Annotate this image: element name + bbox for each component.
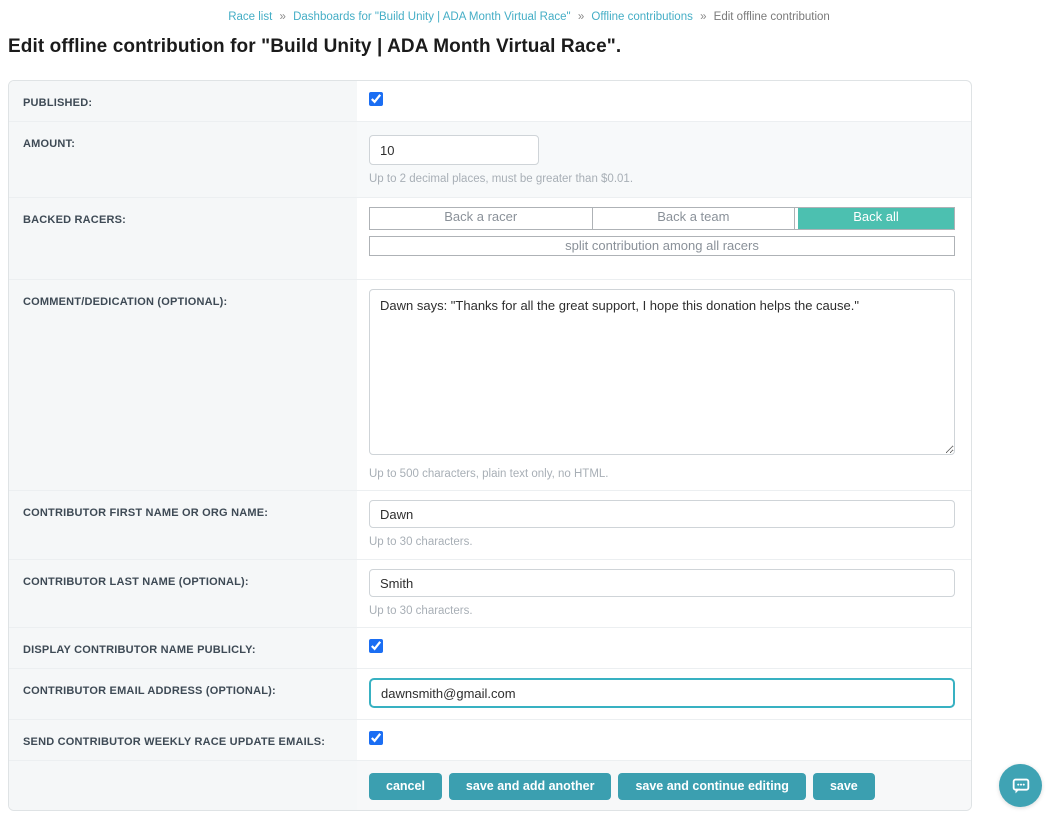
breadcrumb-separator: » [700,11,706,23]
first-name-label: CONTRIBUTOR FIRST NAME OR ORG NAME: [23,507,268,519]
breadcrumb-offline-contributions[interactable]: Offline contributions [591,11,692,23]
row-comment: COMMENT/DEDICATION (OPTIONAL): Dawn says… [9,280,971,491]
tab-back-all-selected[interactable]: Back all [798,208,954,229]
weekly-emails-checkbox[interactable] [369,731,383,745]
published-checkbox[interactable] [369,92,383,106]
chat-fab-button[interactable] [999,764,1042,807]
row-weekly-emails: SEND CONTRIBUTOR WEEKLY RACE UPDATE EMAI… [9,720,971,761]
last-name-label-cell: CONTRIBUTOR LAST NAME (OPTIONAL): [9,560,357,627]
display-publicly-label-cell: DISPLAY CONTRIBUTOR NAME PUBLICLY: [9,628,357,668]
row-email: CONTRIBUTOR EMAIL ADDRESS (OPTIONAL): [9,669,971,720]
row-last-name: CONTRIBUTOR LAST NAME (OPTIONAL): Up to … [9,560,971,628]
comment-label: COMMENT/DEDICATION (OPTIONAL): [23,296,227,308]
published-label: PUBLISHED: [23,97,92,109]
row-actions: cancel save and add another save and con… [9,761,971,810]
actions-content-cell: cancel save and add another save and con… [357,761,971,810]
breadcrumb: Race list » Dashboards for "Build Unity … [0,0,1058,23]
comment-help-text: Up to 500 characters, plain text only, n… [369,468,955,480]
last-name-input[interactable] [369,569,955,597]
amount-help-text: Up to 2 decimal places, must be greater … [369,173,955,185]
breadcrumb-dashboards[interactable]: Dashboards for "Build Unity | ADA Month … [293,11,571,23]
published-label-cell: PUBLISHED: [9,81,357,121]
page-title: Edit offline contribution for "Build Uni… [8,36,1058,58]
last-name-label: CONTRIBUTOR LAST NAME (OPTIONAL): [23,576,249,588]
comment-content-cell: Dawn says: "Thanks for all the great sup… [357,280,971,490]
tab-back-a-racer[interactable]: Back a racer [370,208,593,229]
cancel-button[interactable]: cancel [369,773,442,800]
tab-back-a-team[interactable]: Back a team [593,208,796,229]
backed-racers-content-cell: Back a racer Back a team Back all split … [357,198,971,279]
last-name-content-cell: Up to 30 characters. [357,560,971,627]
amount-input[interactable] [369,135,539,165]
amount-label: AMOUNT: [23,138,75,150]
display-publicly-checkbox[interactable] [369,639,383,653]
first-name-input[interactable] [369,500,955,528]
display-publicly-label: DISPLAY CONTRIBUTOR NAME PUBLICLY: [23,644,256,656]
weekly-emails-content-cell [357,720,971,760]
email-input[interactable] [369,678,955,708]
save-and-add-another-button[interactable]: save and add another [449,773,612,800]
breadcrumb-separator: » [280,11,286,23]
chat-bubble-icon [1010,775,1032,797]
first-name-label-cell: CONTRIBUTOR FIRST NAME OR ORG NAME: [9,491,357,559]
first-name-help-text: Up to 30 characters. [369,536,955,548]
backed-racers-tab-group: Back a racer Back a team Back all [369,207,955,230]
actions-label-cell [9,761,357,810]
email-label: CONTRIBUTOR EMAIL ADDRESS (OPTIONAL): [23,685,276,697]
backed-racers-label: BACKED RACERS: [23,214,126,226]
breadcrumb-current: Edit offline contribution [714,11,830,23]
last-name-help-text: Up to 30 characters. [369,605,955,617]
row-backed-racers: BACKED RACERS: Back a racer Back a team … [9,198,971,280]
backed-racers-label-cell: BACKED RACERS: [9,198,357,279]
first-name-content-cell: Up to 30 characters. [357,491,971,559]
row-amount: AMOUNT: Up to 2 decimal places, must be … [9,122,971,198]
email-content-cell [357,669,971,719]
amount-content-cell: Up to 2 decimal places, must be greater … [357,122,971,197]
row-published: PUBLISHED: [9,81,971,122]
amount-label-cell: AMOUNT: [9,122,357,197]
row-display-publicly: DISPLAY CONTRIBUTOR NAME PUBLICLY: [9,628,971,669]
breadcrumb-separator: » [578,11,584,23]
row-first-name: CONTRIBUTOR FIRST NAME OR ORG NAME: Up t… [9,491,971,560]
comment-textarea[interactable]: Dawn says: "Thanks for all the great sup… [369,289,955,455]
save-and-continue-editing-button[interactable]: save and continue editing [618,773,806,800]
weekly-emails-label-cell: SEND CONTRIBUTOR WEEKLY RACE UPDATE EMAI… [9,720,357,760]
save-button[interactable]: save [813,773,875,800]
display-publicly-content-cell [357,628,971,668]
comment-label-cell: COMMENT/DEDICATION (OPTIONAL): [9,280,357,490]
weekly-emails-label: SEND CONTRIBUTOR WEEKLY RACE UPDATE EMAI… [23,736,325,748]
edit-contribution-form: PUBLISHED: AMOUNT: Up to 2 decimal place… [8,80,972,811]
published-content-cell [357,81,971,121]
split-contribution-option[interactable]: split contribution among all racers [369,236,955,256]
email-label-cell: CONTRIBUTOR EMAIL ADDRESS (OPTIONAL): [9,669,357,719]
breadcrumb-race-list[interactable]: Race list [228,11,272,23]
